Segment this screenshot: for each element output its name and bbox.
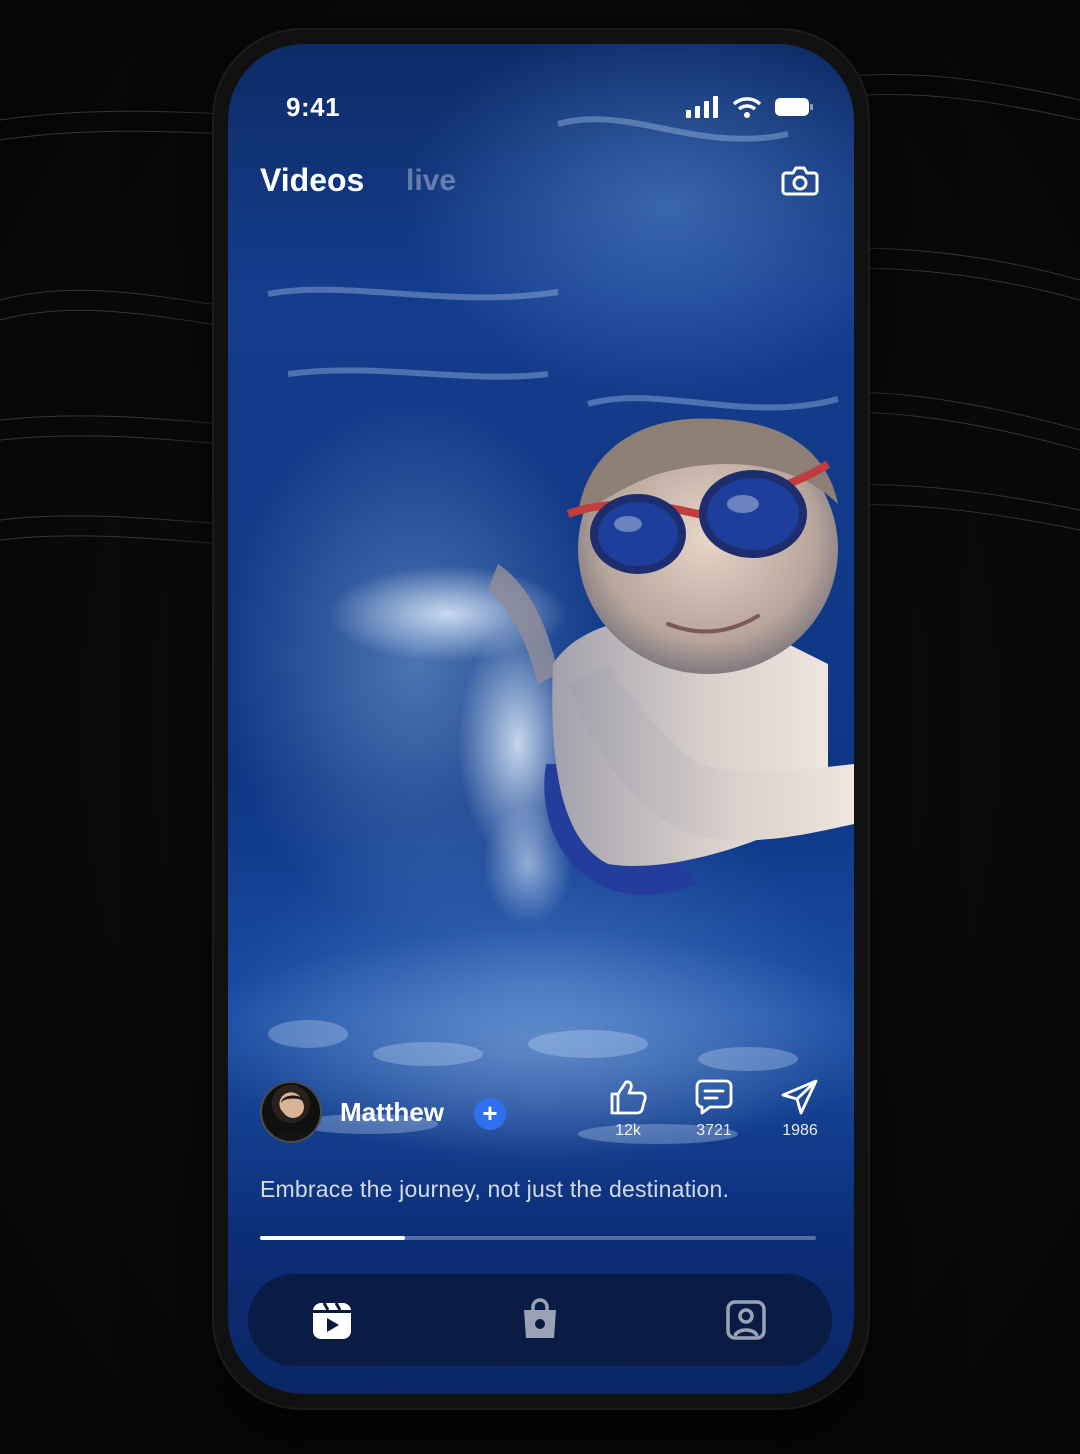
bottom-nav — [248, 1274, 832, 1366]
video-screen[interactable]: 9:41 Videos live Matthew + 12k 3721 1986… — [228, 44, 854, 1394]
video-play-icon[interactable] — [310, 1298, 354, 1342]
video-progress-bar[interactable] — [260, 1236, 816, 1240]
send-icon — [781, 1079, 818, 1115]
comment-icon — [695, 1079, 733, 1115]
share-count: 1986 — [782, 1122, 818, 1139]
like-button[interactable]: 12k — [598, 1078, 658, 1140]
author-avatar[interactable] — [260, 1081, 322, 1143]
video-caption: Embrace the journey, not just the destin… — [260, 1176, 730, 1202]
phone-frame: 9:41 Videos live Matthew + 12k 3721 1986… — [214, 30, 868, 1408]
follow-button[interactable]: + — [474, 1098, 506, 1130]
comment-count: 3721 — [696, 1122, 732, 1139]
comment-button[interactable]: 3721 — [684, 1078, 744, 1140]
status-icons — [686, 96, 814, 118]
like-count: 12k — [615, 1122, 641, 1139]
thumbs-up-icon — [610, 1080, 647, 1115]
signal-icon — [686, 96, 718, 118]
tab-live[interactable]: live — [406, 164, 456, 198]
shopping-bag-icon[interactable] — [518, 1298, 562, 1342]
camera-icon[interactable] — [780, 160, 820, 200]
video-progress-fill — [260, 1236, 405, 1240]
share-button[interactable]: 1986 — [770, 1078, 830, 1140]
wifi-icon — [732, 97, 762, 118]
author-name[interactable]: Matthew — [340, 1097, 444, 1128]
plus-icon: + — [482, 1098, 498, 1128]
profile-icon[interactable] — [724, 1298, 768, 1342]
tab-videos[interactable]: Videos — [260, 162, 364, 199]
battery-icon — [775, 98, 813, 116]
status-time: 9:41 — [286, 92, 341, 122]
